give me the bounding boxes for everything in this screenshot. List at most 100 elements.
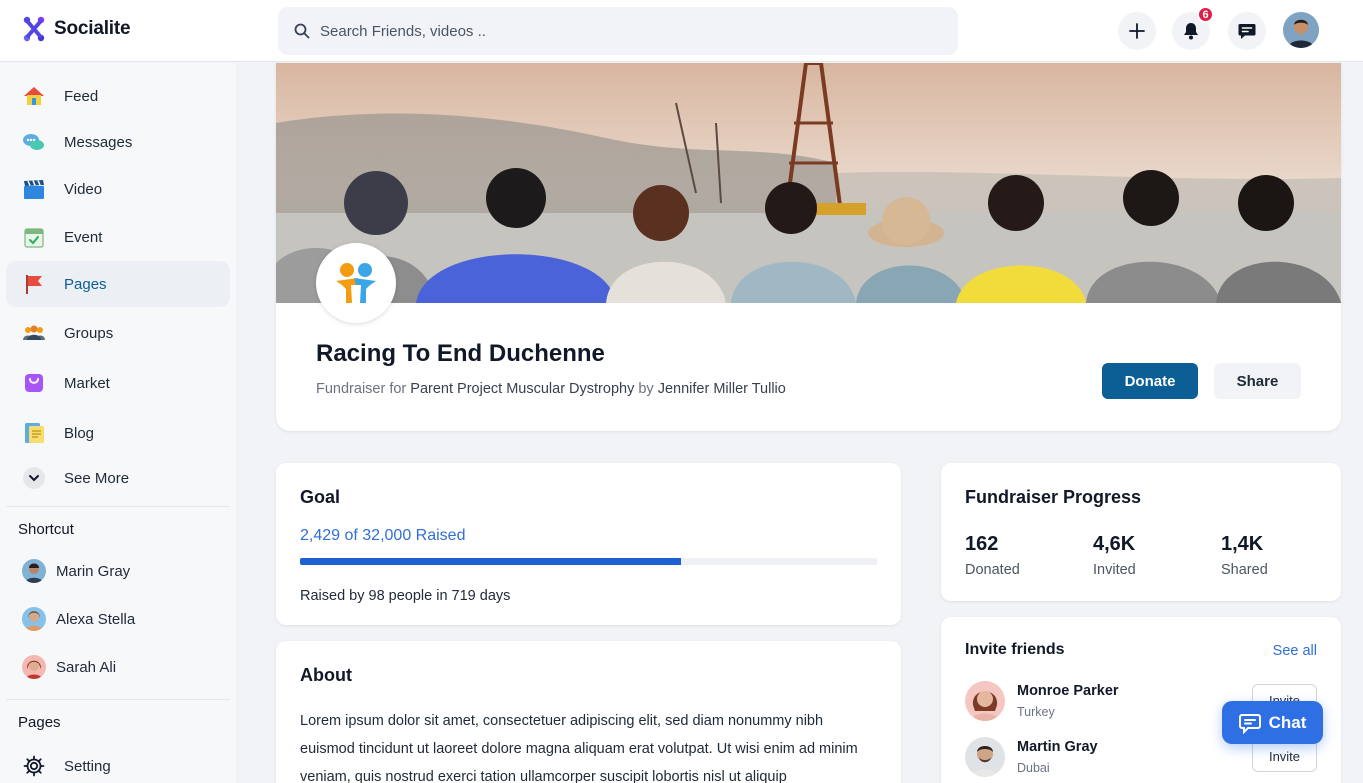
chevron-down-icon [22, 466, 46, 490]
flag-icon [22, 272, 46, 296]
sidebar-item-label: Pages [64, 275, 107, 293]
app-logo[interactable]: Socialite [22, 16, 131, 42]
see-all-link[interactable]: See all [1273, 643, 1317, 659]
friend-location: Turkey [1017, 705, 1055, 719]
avatar [22, 607, 46, 631]
sidebar-divider [6, 506, 230, 507]
sidebar-item-label: Blog [64, 424, 95, 442]
about-text: Lorem ipsum dolor sit amet, consectetuer… [300, 713, 858, 783]
left-sidebar: Feed Messages Video Event Pages Groups M… [0, 63, 236, 783]
sidebar-item-label: Messages [64, 133, 133, 151]
bell-icon [1184, 23, 1198, 40]
stat-label: Donated [965, 562, 1020, 578]
goal-card: Goal 2,429 of 32,000 Raised Raised by 98… [276, 463, 901, 625]
top-header: Socialite 6 [0, 0, 1363, 62]
page-title: Racing To End Duchenne [316, 340, 605, 367]
stat-label: Shared [1221, 562, 1268, 578]
app-name: Socialite [54, 18, 131, 39]
fundraiser-header-card: Racing To End Duchenne Fundraiser for Pa… [276, 63, 1341, 431]
calendar-icon [22, 225, 46, 249]
invite-friends-card: Invite friends See all Monroe Parker Tur… [941, 617, 1341, 783]
goal-raised-text: 2,429 of 32,000 Raised [300, 527, 466, 544]
stat-invited: 4,6K Invited [1093, 533, 1136, 578]
shortcut-name: Sarah Ali [56, 658, 117, 676]
stat-value: 1,4K [1221, 533, 1264, 555]
donate-button[interactable]: Donate [1102, 363, 1198, 399]
shortcut-name: Alexa Stella [56, 610, 136, 628]
plus-icon [1129, 23, 1145, 39]
blog-icon [22, 421, 46, 445]
friend-location: Dubai [1017, 761, 1050, 775]
author-link[interactable]: Jennifer Miller Tullio [658, 381, 786, 397]
user-avatar[interactable] [1283, 12, 1319, 48]
sub-by: by [638, 381, 654, 397]
search-input[interactable] [320, 22, 920, 40]
invite-button[interactable]: Invite [1252, 740, 1317, 772]
sidebar-item-blog[interactable]: Blog [6, 410, 230, 456]
notification-badge: 6 [1197, 6, 1214, 23]
sidebar-item-label: Event [64, 228, 103, 246]
search-bar[interactable] [278, 7, 958, 55]
stat-shared: 1,4K Shared [1221, 533, 1268, 578]
avatar-image [1283, 12, 1319, 48]
sidebar-item-label: Setting [64, 757, 111, 775]
create-button[interactable] [1118, 12, 1156, 50]
sidebar-item-label: See More [64, 469, 130, 487]
sidebar-divider [6, 699, 230, 700]
invite-heading: Invite friends [965, 641, 1065, 658]
chat-bubbles-icon [22, 130, 46, 154]
sidebar-item-market[interactable]: Market [6, 360, 230, 406]
sidebar-item-messages[interactable]: Messages [6, 119, 230, 165]
stat-donated: 162 Donated [965, 533, 1020, 578]
sidebar-item-feed[interactable]: Feed [6, 73, 230, 119]
avatar [22, 559, 46, 583]
share-button[interactable]: Share [1214, 363, 1301, 399]
shortcut-item[interactable]: Sarah Ali [22, 655, 116, 679]
pages-heading: Pages [18, 714, 61, 731]
sidebar-item-label: Market [64, 374, 110, 392]
friend-name[interactable]: Monroe Parker [1017, 683, 1119, 699]
messages-button[interactable] [1228, 12, 1266, 50]
chat-icon [1238, 713, 1261, 734]
stat-value: 4,6K [1093, 533, 1136, 555]
page-avatar [316, 243, 396, 323]
cover-photo [276, 63, 1341, 303]
avatar[interactable] [965, 737, 1005, 777]
shortcut-item[interactable]: Marin Gray [22, 559, 130, 583]
sidebar-item-label: Video [64, 180, 103, 198]
sidebar-item-pages[interactable]: Pages [6, 261, 230, 307]
sidebar-item-see-more[interactable]: See More [6, 455, 230, 501]
stat-label: Invited [1093, 562, 1136, 578]
friend-name[interactable]: Martin Gray [1017, 739, 1098, 755]
progress-heading: Fundraiser Progress [965, 487, 1142, 507]
avatar[interactable] [965, 681, 1005, 721]
sidebar-item-groups[interactable]: Groups [6, 310, 230, 356]
sidebar-item-setting[interactable]: Setting [6, 743, 230, 783]
chat-button[interactable]: Chat [1222, 701, 1323, 744]
avatar [22, 655, 46, 679]
clapperboard-icon [22, 177, 46, 201]
sidebar-item-label: Groups [64, 324, 114, 342]
notifications-button[interactable]: 6 [1172, 6, 1214, 50]
sub-prefix: Fundraiser for [316, 381, 407, 397]
search-icon [294, 23, 310, 39]
fundraiser-subtitle: Fundraiser for Parent Project Muscular D… [316, 381, 786, 397]
stat-value: 162 [965, 533, 999, 555]
goal-progress-fill [300, 558, 681, 565]
home-icon [22, 84, 46, 108]
sidebar-item-label: Feed [64, 87, 99, 105]
fundraiser-progress-card: Fundraiser Progress 162 Donated 4,6K Inv… [941, 463, 1341, 601]
about-heading: About [300, 665, 352, 685]
message-icon [1238, 24, 1256, 39]
group-icon [22, 321, 46, 345]
about-card: About Lorem ipsum dolor sit amet, consec… [276, 641, 901, 783]
shopping-bag-icon [22, 371, 46, 395]
goal-progress-bar [300, 558, 877, 565]
sidebar-item-event[interactable]: Event [6, 214, 230, 260]
shortcut-item[interactable]: Alexa Stella [22, 607, 135, 631]
people-logo-icon [336, 263, 376, 303]
organization-link[interactable]: Parent Project Muscular Dystrophy [410, 381, 634, 397]
sidebar-item-video[interactable]: Video [6, 166, 230, 212]
logo-icon [23, 16, 45, 42]
shortcut-heading: Shortcut [18, 521, 74, 538]
